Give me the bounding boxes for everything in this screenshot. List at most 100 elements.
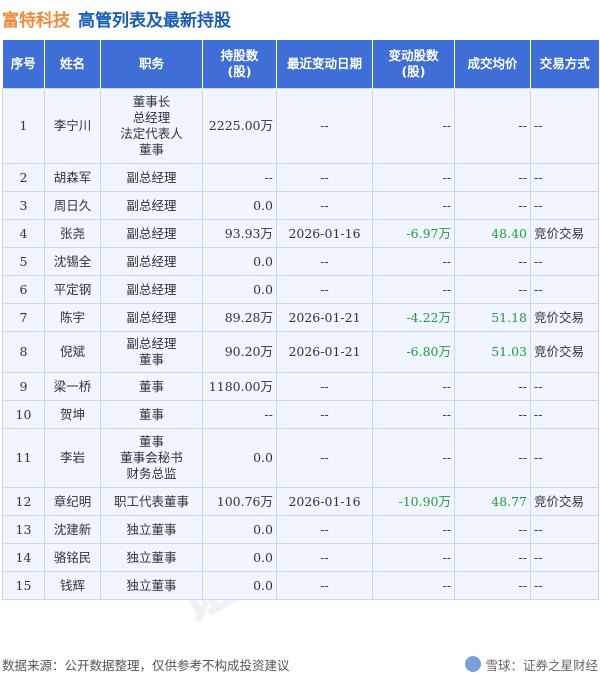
cell-avg-price: 51.18 [454,303,531,332]
cell-change-date: 2026-01-16 [276,219,373,248]
col-header-price: 成交均价 [454,40,531,89]
cell-name: 沈锡全 [44,247,101,276]
cell-avg-price: 51.03 [454,331,531,373]
cell-change-date: -- [276,428,373,488]
cell-avg-price: -- [454,515,531,544]
cell-change-shares: -- [372,571,455,600]
table-row: 11 李岩 董事 董事会秘书 财务总监 0.0 -- -- -- -- [2,428,599,488]
data-source-note: 数据来源：公开数据整理，仅供参考不构成投资建议 [2,657,290,673]
position-role: 董事长 [132,94,171,109]
cell-avg-price: -- [454,191,531,220]
cell-name: 平定钢 [44,275,101,304]
cell-change-shares: -6.97万 [372,219,455,248]
position-role: 独立董事 [126,577,177,593]
cell-name: 钱辉 [44,571,101,600]
col-header-change-line1: 变动股数 [388,48,439,63]
cell-change-shares: -10.90万 [372,487,455,516]
cell-position: 职工代表董事 [100,487,203,516]
cell-index: 4 [2,219,45,248]
table-row: 12 章纪明 职工代表董事 100.76万 2026-01-16 -10.90万 48.77… [2,487,599,516]
cell-index: 13 [2,515,45,544]
cell-index: 7 [2,303,45,332]
cell-change-shares: -- [372,275,455,304]
cell-name: 章纪明 [44,487,101,516]
cell-change-date: -- [276,88,373,164]
cell-trade-method: -- [530,400,599,429]
position-role: 副总经理 [126,281,177,297]
table-row: 2 胡森军 副总经理 -- -- -- -- -- [2,163,599,192]
cell-index: 5 [2,247,45,276]
position-role: 副总经理 [126,225,177,241]
cell-change-shares: -6.80万 [372,331,455,373]
position-role: 董事 [138,378,164,394]
table-header-row: 序号 姓名 职务 持股数 (股) 最近变动日期 变动股数 (股) 成交均价 交易方式 [2,40,599,89]
cell-avg-price: -- [454,400,531,429]
cell-change-shares: -- [372,372,455,401]
executive-holdings-table: 序号 姓名 职务 持股数 (股) 最近变动日期 变动股数 (股) 成交均价 交易方式… [2,40,599,600]
cell-position: 董事 [100,372,203,401]
cell-trade-method: -- [530,163,599,192]
col-header-method: 交易方式 [530,40,599,89]
cell-index: 10 [2,400,45,429]
cell-change-date: -- [276,275,373,304]
cell-trade-method: -- [530,247,599,276]
cell-holding: -- [202,400,277,429]
cell-holding: 89.28万 [202,303,277,332]
cell-trade-method: -- [530,515,599,544]
cell-position: 副总经理 [100,303,203,332]
cell-position: 副总经理 [100,191,203,220]
cell-holding: 0.0 [202,275,277,304]
cell-name: 周日久 [44,191,101,220]
cell-change-date: -- [276,515,373,544]
cell-trade-method: 竞价交易 [530,331,599,373]
cell-holding: 90.20万 [202,331,277,373]
cell-change-shares: -- [372,400,455,429]
cell-avg-price: -- [454,88,531,164]
cell-change-date: -- [276,191,373,220]
table-row: 6 平定钢 副总经理 0.0 -- -- -- -- [2,275,599,304]
position-role: 董事 [138,142,164,157]
cell-trade-method: -- [530,543,599,572]
cell-index: 8 [2,331,45,373]
cell-holding: 0.0 [202,191,277,220]
cell-name: 张尧 [44,219,101,248]
col-header-holding-line1: 持股数 [220,48,259,63]
cell-trade-method: 竞价交易 [530,219,599,248]
cell-change-shares: -- [372,543,455,572]
cell-change-date: -- [276,571,373,600]
cell-avg-price: -- [454,275,531,304]
cell-trade-method: -- [530,191,599,220]
position-role: 独立董事 [126,521,177,537]
brand: 雪球：证券之星财经 [465,655,598,674]
cell-holding: 0.0 [202,543,277,572]
table-row: 1 李宁川 董事长 总经理 法定代表人 董事 2225.00万 -- -- -- -- [2,88,599,164]
table-row: 4 张尧 副总经理 93.93万 2026-01-16 -6.97万 48.40 竞价交易 [2,219,599,248]
position-role: 董事 [138,434,164,449]
cell-holding: 93.93万 [202,219,277,248]
position-role: 副总经理 [126,253,177,269]
position-role: 总经理 [132,110,171,125]
table-row: 5 沈锡全 副总经理 0.0 -- -- -- -- [2,247,599,276]
cell-change-date: 2026-01-21 [276,331,373,373]
cell-holding: 1180.00万 [202,372,277,401]
cell-avg-price: 48.40 [454,219,531,248]
cell-index: 11 [2,428,45,488]
cell-holding: 0.0 [202,571,277,600]
cell-holding: 0.0 [202,515,277,544]
table-body: 1 李宁川 董事长 总经理 法定代表人 董事 2225.00万 -- -- -- -- 2 胡森军 副总经… [2,88,599,600]
cell-index: 15 [2,571,45,600]
cell-trade-method: 竞价交易 [530,303,599,332]
cell-trade-method: -- [530,88,599,164]
position-role: 副总经理 [126,336,177,351]
position-role: 副总经理 [126,169,177,185]
table-row: 8 倪斌 副总经理 董事 90.20万 2026-01-21 -6.80万 51.03 竞价交易 [2,331,599,373]
cell-avg-price: -- [454,163,531,192]
cell-change-date: -- [276,163,373,192]
cell-index: 3 [2,191,45,220]
position-role: 董事会秘书 [120,450,183,465]
cell-name: 贺坤 [44,400,101,429]
cell-name: 沈建新 [44,515,101,544]
col-header-holding: 持股数 (股) [202,40,277,89]
cell-holding: 0.0 [202,428,277,488]
footer: 数据来源：公开数据整理，仅供参考不构成投资建议 雪球：证券之星财经 [2,654,598,674]
